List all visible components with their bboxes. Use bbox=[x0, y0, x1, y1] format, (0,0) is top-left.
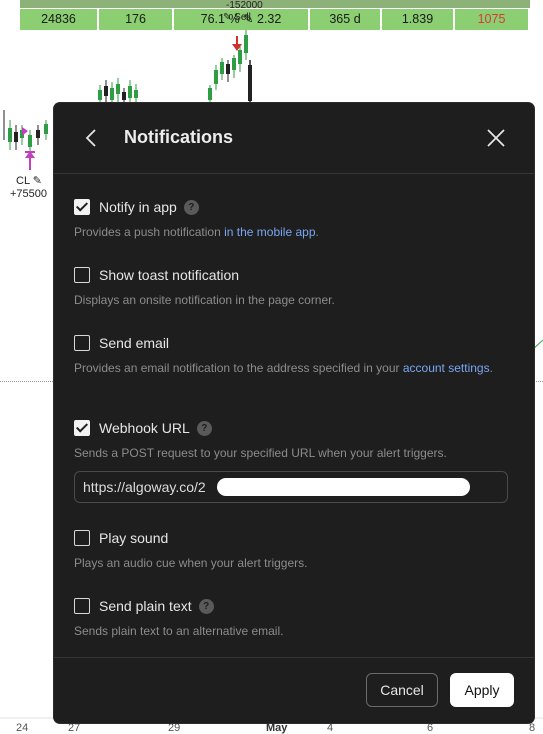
option-label: Send plain text bbox=[99, 598, 192, 614]
option-description: Provides a push notification in the mobi… bbox=[74, 225, 319, 239]
option-description: Sends a POST request to your specified U… bbox=[74, 446, 447, 460]
stat-drawdown: 1075 bbox=[455, 9, 530, 30]
strategy-stats-row: 24836 176 76.1 % ✎ 2.32 365 d 1.839 1075 bbox=[20, 9, 530, 30]
option-send-email: Send email Provides an email notificatio… bbox=[74, 333, 519, 377]
option-send-plain-text: Send plain text ? Sends plain text to an… bbox=[74, 596, 519, 640]
show-toast-checkbox[interactable] bbox=[74, 267, 90, 283]
cancel-button[interactable]: Cancel bbox=[366, 673, 438, 707]
x-axis-tick: May bbox=[266, 722, 288, 734]
redaction-mark bbox=[217, 478, 470, 496]
chevron-left-icon bbox=[85, 129, 96, 147]
option-label: Show toast notification bbox=[99, 267, 240, 283]
header-divider bbox=[54, 173, 534, 174]
x-axis-tick: 6 bbox=[427, 722, 434, 734]
close-button[interactable] bbox=[486, 128, 506, 148]
send-email-checkbox[interactable] bbox=[74, 335, 90, 351]
x-axis-tick: 27 bbox=[68, 722, 81, 734]
stat-net-profit: 24836 bbox=[20, 9, 99, 30]
dialog-header: Notifications bbox=[54, 103, 534, 173]
dialog-title: Notifications bbox=[124, 127, 234, 147]
option-description: Provides an email notification to the ad… bbox=[74, 361, 493, 375]
back-button[interactable] bbox=[82, 126, 102, 150]
stats-header-strip bbox=[20, 0, 530, 8]
help-icon[interactable]: ? bbox=[183, 199, 199, 215]
help-icon[interactable]: ? bbox=[198, 598, 214, 614]
option-notify-in-app: Notify in app ? Provides a push notifica… bbox=[74, 197, 519, 241]
stat-trades: 176 bbox=[99, 9, 174, 30]
close-icon bbox=[487, 129, 505, 147]
webhook-url-checkbox[interactable] bbox=[74, 420, 90, 436]
close-trade-label: CL ✎ +75500 bbox=[10, 175, 47, 201]
option-show-toast: Show toast notification Displays an onsi… bbox=[74, 265, 519, 309]
notifications-dialog: Notifications Notify in app ? Provides a… bbox=[54, 103, 534, 723]
option-label: Webhook URL bbox=[99, 420, 190, 436]
option-description: Plays an audio cue when your alert trigg… bbox=[74, 556, 308, 570]
footer-divider bbox=[54, 657, 534, 658]
option-label: Send email bbox=[99, 335, 170, 351]
option-label: Play sound bbox=[99, 530, 169, 546]
entry-arrow-icon bbox=[25, 151, 35, 170]
option-description: Sends plain text to an alternative email… bbox=[74, 624, 284, 638]
mobile-app-link[interactable]: in the mobile app bbox=[224, 225, 315, 239]
close-trade-value: +75500 bbox=[10, 188, 48, 200]
option-label: Notify in app bbox=[99, 199, 177, 215]
x-axis-tick: 29 bbox=[168, 722, 181, 734]
option-play-sound: Play sound Plays an audio cue when your … bbox=[74, 528, 519, 572]
x-axis-tick: 24 bbox=[16, 722, 29, 734]
trade-sell-label: ✎ Sell bbox=[223, 12, 251, 23]
close-trade-tag: CL ✎ bbox=[16, 175, 42, 187]
x-axis-tick: 8 bbox=[529, 722, 536, 734]
trade-profit-label: -152000 bbox=[226, 0, 263, 11]
option-webhook-url: Webhook URL ? Sends a POST request to yo… bbox=[74, 418, 519, 462]
stat-profit-factor: 1.839 bbox=[382, 9, 455, 30]
account-settings-link[interactable]: account settings bbox=[403, 361, 490, 375]
x-axis-tick: 4 bbox=[327, 722, 334, 734]
option-description: Displays an onsite notification in the p… bbox=[74, 293, 335, 307]
send-plain-text-checkbox[interactable] bbox=[74, 598, 90, 614]
help-icon[interactable]: ? bbox=[196, 420, 212, 436]
play-sound-checkbox[interactable] bbox=[74, 530, 90, 546]
buy-marker-icon bbox=[22, 127, 28, 136]
candles-middle bbox=[98, 30, 252, 103]
stat-period: 365 d bbox=[310, 9, 382, 30]
notify-in-app-checkbox[interactable] bbox=[74, 199, 90, 215]
apply-button[interactable]: Apply bbox=[450, 673, 514, 707]
